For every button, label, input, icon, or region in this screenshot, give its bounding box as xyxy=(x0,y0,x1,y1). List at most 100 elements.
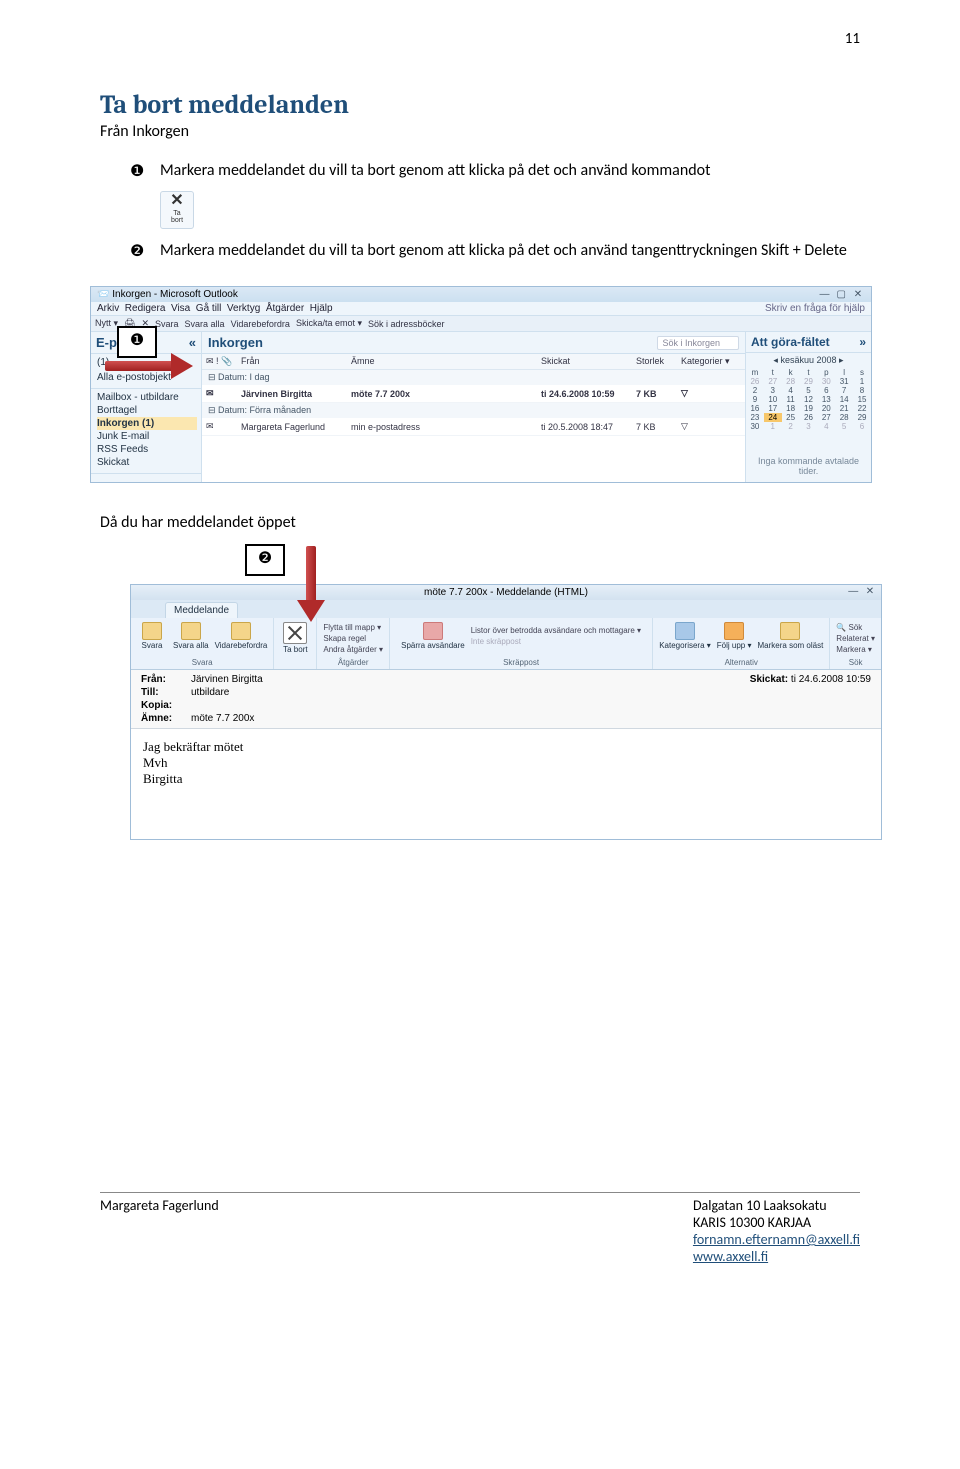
search-input[interactable]: Sök i Inkorgen xyxy=(657,336,739,350)
btn-skapa-regel[interactable]: Skapa regel xyxy=(323,633,383,644)
cal-day[interactable]: 25 xyxy=(782,413,800,422)
minimize-icon[interactable]: — xyxy=(817,289,831,300)
footer-email-link[interactable]: fornamn.efternamn@axxell.fi xyxy=(693,1231,860,1248)
cal-day[interactable]: 10 xyxy=(764,395,782,404)
group-lastmonth[interactable]: ⊟ Datum: Förra månaden xyxy=(202,403,745,418)
btn-listor[interactable]: Listor över betrodda avsändare och motta… xyxy=(471,625,641,636)
row1-flag-icon[interactable]: ▽ xyxy=(681,388,741,399)
cal-day[interactable]: 20 xyxy=(817,404,835,413)
btn-andra[interactable]: Andra åtgärder ▾ xyxy=(323,644,383,655)
close-icon[interactable]: ✕ xyxy=(851,289,865,300)
cal-day[interactable]: 19 xyxy=(800,404,818,413)
btn-inte-skrap[interactable]: Inte skräppost xyxy=(471,636,641,647)
btn-folj-upp[interactable]: Följ upp ▾ xyxy=(717,622,752,650)
cal-day[interactable]: 23 xyxy=(746,413,764,422)
cal-day[interactable]: 1 xyxy=(853,377,871,386)
tb-new[interactable]: Nytt ▾ xyxy=(95,318,118,329)
cal-day[interactable]: 13 xyxy=(817,395,835,404)
cal-day[interactable]: 14 xyxy=(835,395,853,404)
nav-mailbox[interactable]: Mailbox - utbildare xyxy=(97,391,197,404)
cal-day[interactable]: 30 xyxy=(746,422,764,431)
col-subject[interactable]: Ämne xyxy=(351,356,541,367)
footer-web-link[interactable]: www.axxell.fi xyxy=(693,1248,768,1265)
tb-search-addr[interactable]: Sök i adressböcker xyxy=(368,319,445,329)
cal-day[interactable]: 5 xyxy=(835,422,853,431)
tb-sendreceive[interactable]: Skicka/ta emot ▾ xyxy=(296,318,362,329)
cal-day[interactable]: 24 xyxy=(764,413,782,422)
cal-day[interactable]: 3 xyxy=(800,422,818,431)
cal-day[interactable]: 15 xyxy=(853,395,871,404)
nav-deleted[interactable]: Borttagel xyxy=(97,404,197,417)
menu-visa[interactable]: Visa xyxy=(171,303,190,314)
btn-markera[interactable]: Markera ▾ xyxy=(836,644,875,655)
nav-junk[interactable]: Junk E-mail xyxy=(97,430,197,443)
col-categories[interactable]: Kategorier ▾ xyxy=(681,356,741,367)
cal-day[interactable]: 26 xyxy=(800,413,818,422)
cal-day[interactable]: 22 xyxy=(853,404,871,413)
cal-day[interactable]: 26 xyxy=(746,377,764,386)
row2-flag-icon[interactable]: ▽ xyxy=(681,421,741,432)
group-today[interactable]: ⊟ Datum: I dag xyxy=(202,370,745,385)
cal-day[interactable]: 16 xyxy=(746,404,764,413)
btn-vidarebefordra[interactable]: Vidarebefordra xyxy=(215,622,268,650)
cal-day[interactable]: 18 xyxy=(782,404,800,413)
tab-meddelande[interactable]: Meddelande xyxy=(165,602,238,618)
cal-day[interactable]: 7 xyxy=(835,386,853,395)
btn-sok[interactable]: 🔍 Sök xyxy=(836,622,875,633)
menu-hjalp[interactable]: Hjälp xyxy=(310,303,333,314)
cal-day[interactable]: 9 xyxy=(746,395,764,404)
menu-atgarder[interactable]: Åtgärder xyxy=(266,303,304,314)
cal-day[interactable]: 30 xyxy=(817,377,835,386)
cal-day[interactable]: 5 xyxy=(800,386,818,395)
btn-markera-olast[interactable]: Markera som oläst xyxy=(758,622,824,650)
msg-minimize-icon[interactable]: — xyxy=(846,586,860,597)
btn-relaterat[interactable]: Relaterat ▾ xyxy=(836,633,875,644)
tb-forward[interactable]: Vidarebefordra xyxy=(231,319,290,329)
nav-inbox[interactable]: Inkorgen (1) xyxy=(97,417,197,430)
col-icons[interactable]: ✉ ! 📎 xyxy=(206,356,241,367)
month-next-icon[interactable]: ▸ xyxy=(839,355,844,365)
message-row-2[interactable]: ✉ Margareta Fagerlund min e-postadress t… xyxy=(202,418,745,436)
btn-sparra[interactable]: Spärra avsändare xyxy=(401,622,465,650)
cal-day[interactable]: 27 xyxy=(817,413,835,422)
col-sent[interactable]: Skickat xyxy=(541,356,636,367)
message-row-1[interactable]: ✉ Järvinen Birgitta möte 7.7 200x ti 24.… xyxy=(202,385,745,403)
cal-day[interactable]: 29 xyxy=(853,413,871,422)
cal-day[interactable]: 21 xyxy=(835,404,853,413)
cal-day[interactable]: 28 xyxy=(782,377,800,386)
todo-collapse-icon[interactable]: » xyxy=(859,335,866,349)
cal-day[interactable]: 8 xyxy=(853,386,871,395)
msg-close-icon[interactable]: ✕ xyxy=(863,586,877,597)
cal-day[interactable]: 4 xyxy=(782,386,800,395)
nav-rss[interactable]: RSS Feeds xyxy=(97,443,197,456)
btn-svara[interactable]: Svara xyxy=(137,622,167,650)
cal-day[interactable]: 3 xyxy=(764,386,782,395)
btn-flytta[interactable]: Flytta till mapp ▾ xyxy=(323,622,383,633)
btn-kategorisera[interactable]: Kategorisera ▾ xyxy=(659,622,711,650)
cal-day[interactable]: 29 xyxy=(800,377,818,386)
cal-day[interactable]: 11 xyxy=(782,395,800,404)
tb-reply[interactable]: Svara xyxy=(155,319,179,329)
menu-redigera[interactable]: Redigera xyxy=(125,303,166,314)
cal-day[interactable]: 31 xyxy=(835,377,853,386)
menu-help-search[interactable]: Skriv en fråga för hjälp xyxy=(765,303,865,314)
cal-day[interactable]: 2 xyxy=(746,386,764,395)
cal-day[interactable]: 17 xyxy=(764,404,782,413)
menu-arkiv[interactable]: Arkiv xyxy=(97,303,119,314)
col-size[interactable]: Storlek xyxy=(636,356,681,367)
cal-day[interactable]: 4 xyxy=(817,422,835,431)
nav-collapse-icon[interactable]: « xyxy=(189,335,196,350)
cal-day[interactable]: 6 xyxy=(853,422,871,431)
cal-day[interactable]: 1 xyxy=(764,422,782,431)
month-prev-icon[interactable]: ◂ xyxy=(773,355,778,365)
tb-reply-all[interactable]: Svara alla xyxy=(185,319,225,329)
nav-sent[interactable]: Skickat xyxy=(97,456,197,469)
btn-ta-bort[interactable]: Ta bort xyxy=(280,622,310,654)
cal-day[interactable]: 12 xyxy=(800,395,818,404)
btn-svara-alla[interactable]: Svara alla xyxy=(173,622,209,650)
menu-verktyg[interactable]: Verktyg xyxy=(227,303,260,314)
cal-day[interactable]: 2 xyxy=(782,422,800,431)
col-from[interactable]: Från xyxy=(241,356,351,367)
cal-day[interactable]: 6 xyxy=(817,386,835,395)
menu-ga-till[interactable]: Gå till xyxy=(196,303,222,314)
